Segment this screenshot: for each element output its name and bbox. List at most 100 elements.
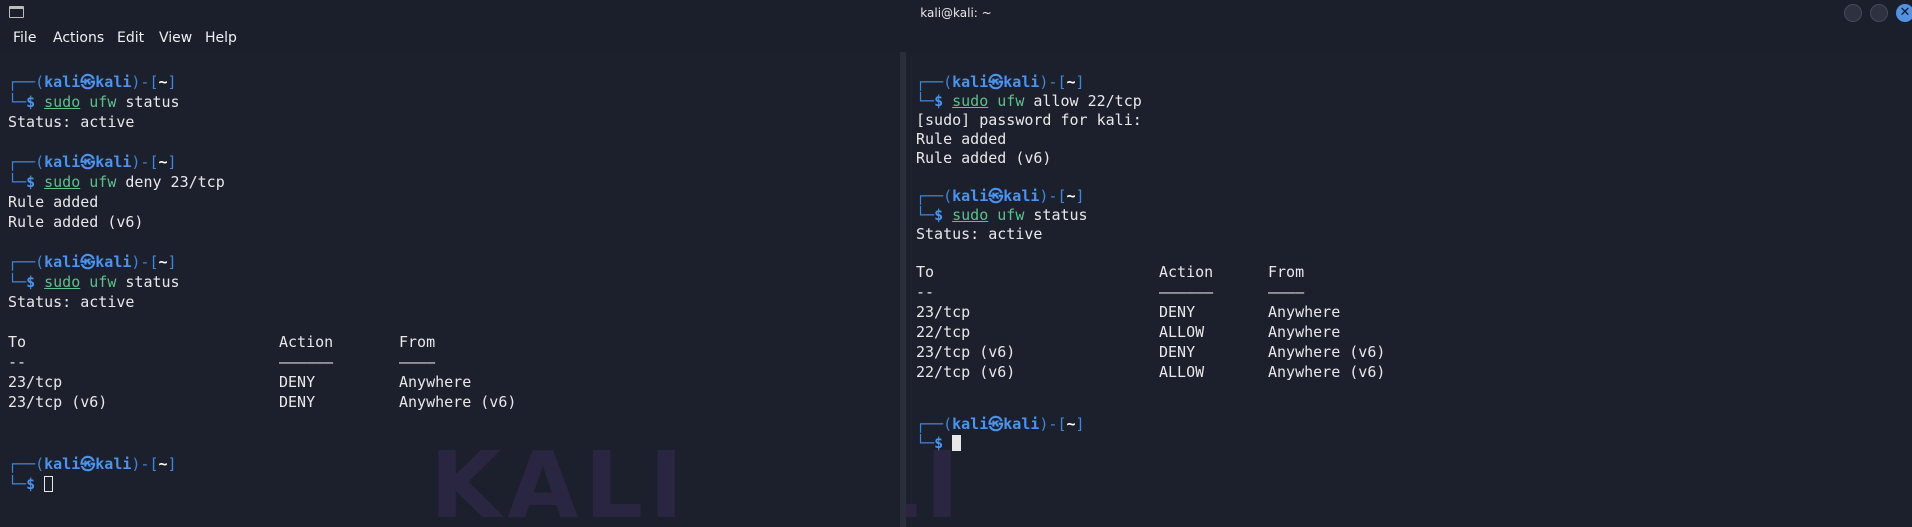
prompt-box-open: ┌──( — [916, 73, 953, 91]
command-args: status — [125, 93, 180, 111]
command-sudo: sudo — [44, 273, 81, 291]
prompt-user: kali — [44, 73, 81, 91]
prompt-separator: )-[ — [131, 253, 159, 271]
output-line: Rule added (v6) — [8, 213, 144, 231]
menu-view[interactable]: View — [159, 30, 192, 46]
prompt-at-symbol: ㉿ — [80, 455, 96, 473]
menu-help[interactable]: Help — [205, 30, 237, 46]
table-cell: Anywhere (v6) — [1268, 363, 1386, 381]
table-cell: 23/tcp — [916, 303, 971, 321]
table-cell: Anywhere — [1268, 303, 1341, 321]
command-line: └─$ — [8, 474, 54, 494]
prompt-at-symbol: ㉿ — [80, 153, 96, 171]
prompt-at-symbol: ㉿ — [80, 73, 96, 91]
prompt-corner: └─ — [8, 173, 27, 191]
terminal-cursor[interactable] — [44, 476, 54, 492]
output-line: Status: active — [8, 113, 135, 131]
menu-file[interactable]: File — [13, 30, 36, 46]
table-separator: —————— — [1159, 283, 1214, 301]
command-ufw: ufw — [997, 206, 1025, 224]
prompt-box-open: ┌──( — [8, 253, 45, 271]
prompt-path: ~ — [1066, 415, 1076, 433]
prompt-bracket-close: ] — [1075, 415, 1085, 433]
table-header: To — [8, 333, 27, 351]
prompt-host: kali — [95, 253, 132, 271]
menu-edit[interactable]: Edit — [117, 30, 144, 46]
output-line: Status: active — [916, 225, 1043, 243]
menu-bar: File Actions Edit View Help — [0, 26, 1912, 52]
prompt-path: ~ — [1066, 73, 1076, 91]
prompt-bracket-close: ] — [1075, 73, 1085, 91]
prompt-corner: └─ — [8, 475, 27, 493]
table-cell: DENY — [1159, 343, 1196, 361]
prompt-path: ~ — [158, 253, 168, 271]
prompt-bracket-close: ] — [167, 73, 177, 91]
prompt-separator: )-[ — [1039, 73, 1067, 91]
minimize-button[interactable] — [1844, 4, 1862, 22]
prompt-at-symbol: ㉿ — [988, 73, 1004, 91]
title-bar: kali@kali: ~ ✕ — [0, 0, 1912, 26]
table-cell: 23/tcp (v6) — [916, 343, 1016, 361]
maximize-button[interactable] — [1870, 4, 1888, 22]
command-sudo: sudo — [952, 92, 989, 110]
command-line: └─$ — [916, 433, 962, 453]
table-separator: -- — [8, 353, 27, 371]
terminal-pane-right[interactable]: KALI ┌──(kali㉿kali)-[~]└─$ sudo ufw allo… — [906, 52, 1912, 527]
prompt-corner: └─ — [916, 434, 935, 452]
prompt-box-open: ┌──( — [916, 187, 953, 205]
command-args: allow 22/tcp — [1033, 92, 1142, 110]
close-button[interactable]: ✕ — [1896, 4, 1912, 22]
prompt-host: kali — [1003, 73, 1040, 91]
terminal-cursor[interactable] — [952, 435, 962, 451]
prompt-dollar: $ — [26, 93, 36, 111]
prompt-header: ┌──(kali㉿kali)-[~] — [916, 186, 1085, 206]
prompt-dollar: $ — [26, 173, 36, 191]
prompt-separator: )-[ — [1039, 415, 1067, 433]
prompt-separator: )-[ — [131, 153, 159, 171]
prompt-dollar: $ — [934, 92, 944, 110]
prompt-user: kali — [952, 73, 989, 91]
prompt-bracket-close: ] — [167, 153, 177, 171]
table-cell: DENY — [279, 373, 316, 391]
table-cell: DENY — [1159, 303, 1196, 321]
command-args: deny 23/tcp — [125, 173, 225, 191]
prompt-user: kali — [44, 455, 81, 473]
prompt-header: ┌──(kali㉿kali)-[~] — [916, 72, 1085, 92]
prompt-user: kali — [44, 153, 81, 171]
prompt-host: kali — [95, 455, 132, 473]
prompt-host: kali — [1003, 415, 1040, 433]
prompt-header: ┌──(kali㉿kali)-[~] — [8, 454, 177, 474]
command-ufw: ufw — [89, 93, 117, 111]
prompt-corner: └─ — [916, 206, 935, 224]
table-header: To — [916, 263, 935, 281]
prompt-path: ~ — [158, 73, 168, 91]
prompt-host: kali — [95, 73, 132, 91]
menu-actions[interactable]: Actions — [53, 30, 104, 46]
table-cell: Anywhere — [399, 373, 472, 391]
command-line: └─$ sudo ufw status — [8, 92, 180, 112]
table-header: From — [1268, 263, 1305, 281]
prompt-user: kali — [952, 415, 989, 433]
table-cell: Anywhere (v6) — [1268, 343, 1386, 361]
prompt-at-symbol: ㉿ — [988, 187, 1004, 205]
prompt-host: kali — [1003, 187, 1040, 205]
prompt-corner: └─ — [8, 273, 27, 291]
prompt-separator: )-[ — [131, 455, 159, 473]
table-cell: 23/tcp (v6) — [8, 393, 108, 411]
command-ufw: ufw — [997, 92, 1025, 110]
command-args: status — [1033, 206, 1088, 224]
command-sudo: sudo — [44, 93, 81, 111]
prompt-header: ┌──(kali㉿kali)-[~] — [8, 72, 177, 92]
command-line: └─$ sudo ufw allow 22/tcp — [916, 91, 1142, 111]
output-line: Rule added (v6) — [916, 149, 1052, 167]
window-title: kali@kali: ~ — [920, 6, 992, 20]
prompt-bracket-close: ] — [167, 455, 177, 473]
prompt-at-symbol: ㉿ — [80, 253, 96, 271]
table-header: From — [399, 333, 436, 351]
table-cell: Anywhere — [1268, 323, 1341, 341]
terminal-pane-left[interactable]: KALI ┌──(kali㉿kali)-[~] └─$ sudo ufw stat… — [0, 52, 900, 527]
prompt-corner: └─ — [916, 92, 935, 110]
command-ufw: ufw — [89, 273, 117, 291]
prompt-separator: )-[ — [1039, 187, 1067, 205]
prompt-host: kali — [95, 153, 132, 171]
